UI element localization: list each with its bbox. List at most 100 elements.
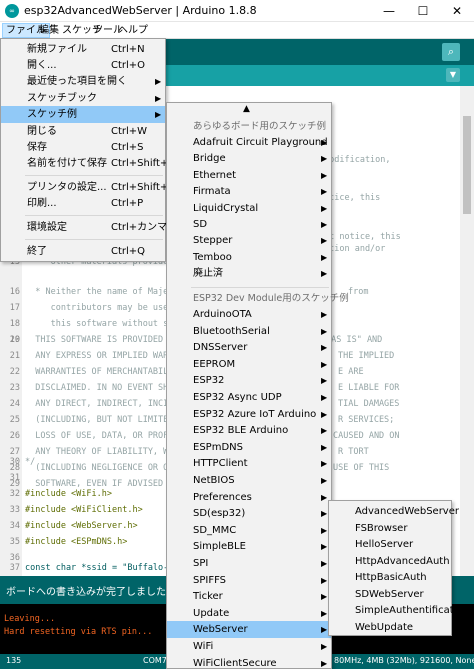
menu-item-label: ArduinoOTA — [193, 309, 252, 320]
menu-item-label: SD(esp32) — [193, 508, 246, 520]
example-item-firmata[interactable]: Firmata ▶ — [167, 183, 331, 200]
example-item-arduinoota[interactable]: ArduinoOTA ▶ — [167, 306, 331, 323]
example-item-ticker[interactable]: Ticker ▶ — [167, 588, 331, 605]
menu-separator — [191, 287, 329, 288]
menu-item-label: HttpAdvancedAuth — [355, 555, 450, 567]
example-item-spiffs[interactable]: SPIFFS ▶ — [167, 572, 331, 589]
example-item-sd-esp32[interactable]: SD(esp32) ▶ — [167, 505, 331, 522]
submenu-arrow-icon: ▶ — [321, 393, 328, 402]
menu-sketchbook[interactable]: スケッチブック ▶ — [1, 90, 165, 107]
window-title: esp32AdvancedWebServer | Arduino 1.8.8 — [24, 4, 257, 17]
menu-examples[interactable]: スケッチ例 ▶ — [1, 106, 165, 123]
menu-item-label: Preferences — [193, 491, 252, 503]
menu-item-label: WebUpdate — [355, 621, 414, 633]
webserver-item-simpleauthentification[interactable]: SimpleAuthentification — [329, 602, 469, 619]
example-item-temboo[interactable]: Temboo ▶ — [167, 249, 331, 266]
submenu-arrow-icon: ▶ — [321, 138, 328, 147]
example-item-preferences[interactable]: Preferences ▶ — [167, 489, 331, 506]
webserver-item-httpbasicauth[interactable]: HttpBasicAuth — [329, 569, 451, 586]
scroll-up-icon[interactable]: ▲ — [243, 104, 250, 114]
submenu-arrow-icon: ▶ — [321, 625, 328, 635]
example-item-sd[interactable]: SD ▶ — [167, 216, 331, 233]
submenu-arrow-icon: ▶ — [321, 559, 328, 568]
example-item-esp32-ble-arduino[interactable]: ESP32 BLE Arduino ▶ — [167, 422, 331, 439]
webserver-item-helloserver[interactable]: HelloServer — [329, 536, 451, 553]
menu-page-setup[interactable]: プリンタの設定... Ctrl+Shift+P — [1, 179, 174, 196]
submenu-arrow-icon: ▶ — [321, 608, 328, 618]
title-bar: ∞ esp32AdvancedWebServer | Arduino 1.8.8… — [0, 0, 474, 22]
menu-item-label: SimpleAuthentification — [355, 605, 469, 616]
webserver-item-fsbrowser[interactable]: FSBrowser — [329, 520, 451, 537]
webserver-item-advancedwebserver[interactable]: AdvancedWebServer — [329, 503, 459, 520]
example-item-esp32-async-udp[interactable]: ESP32 Async UDP ▶ — [167, 389, 331, 406]
menu-item-label: HTTPClient — [193, 458, 248, 470]
serial-monitor-icon[interactable]: ⌕ — [442, 43, 460, 61]
submenu-arrow-icon: ▶ — [321, 154, 328, 164]
submenu-arrow-icon: ▶ — [321, 359, 328, 369]
menu-save-as[interactable]: 名前を付けて保存 Ctrl+Shift+S — [1, 155, 175, 172]
example-item-bluetoothserial[interactable]: BluetoothSerial ▶ — [167, 323, 331, 340]
menu-new[interactable]: 新規ファイル Ctrl+N — [1, 41, 165, 58]
example-item-spi[interactable]: SPI ▶ — [167, 555, 331, 572]
example-item-[interactable]: 廃止済 ▶ — [167, 265, 331, 282]
example-item-eeprom[interactable]: EEPROM ▶ — [167, 356, 331, 373]
example-item-wifi[interactable]: WiFi ▶ — [167, 638, 331, 655]
menu-print[interactable]: 印刷... Ctrl+P — [1, 195, 165, 212]
menu-separator — [25, 215, 163, 216]
example-item-simpleble[interactable]: SimpleBLE ▶ — [167, 538, 331, 555]
example-item-bridge[interactable]: Bridge ▶ — [167, 150, 331, 167]
menu-item-label: Adafruit Circuit Playground — [193, 137, 328, 148]
webserver-item-sdwebserver[interactable]: SDWebServer — [329, 586, 451, 603]
example-item-sd-mmc[interactable]: SD_MMC ▶ — [167, 522, 331, 539]
menu-open[interactable]: 開く... Ctrl+O — [1, 57, 165, 74]
menu-item-label: LiquidCrystal — [193, 202, 259, 214]
menu-item-label: SPI — [193, 558, 209, 569]
example-item-espmdns[interactable]: ESPmDNS ▶ — [167, 439, 331, 456]
submenu-arrow-icon: ▶ — [321, 376, 328, 386]
example-item-httpclient[interactable]: HTTPClient ▶ — [167, 455, 331, 472]
minimize-button[interactable]: — — [372, 0, 406, 22]
submenu-arrow-icon: ▶ — [321, 542, 328, 552]
example-item-update[interactable]: Update ▶ — [167, 605, 331, 622]
menu-quit[interactable]: 終了 Ctrl+Q — [1, 243, 165, 260]
menu-item-label: Temboo — [193, 251, 232, 263]
menu-bar: ファイル 編集 スケッチ ツール ヘルプ — [0, 22, 474, 39]
menu-item-label: WebServer — [193, 624, 248, 636]
example-item-webserver[interactable]: WebServer ▶ — [167, 621, 331, 639]
menu-close[interactable]: 閉じる Ctrl+W — [1, 123, 165, 140]
menu-item-label: SDWebServer — [355, 588, 424, 600]
cursor-line-number: 135 — [6, 656, 22, 665]
example-item-wificlientsecure[interactable]: WiFiClientSecure ▶ — [167, 655, 331, 669]
example-item-esp32-azure-iot-arduino[interactable]: ESP32 Azure IoT Arduino ▶ — [167, 406, 331, 423]
example-item-ethernet[interactable]: Ethernet ▶ — [167, 167, 331, 184]
menu-item-label: HelloServer — [355, 539, 414, 550]
examples-menu: ▲ あらゆるボード用のスケッチ例 Adafruit Circuit Playgr… — [166, 102, 349, 669]
menu-save[interactable]: 保存 Ctrl+S — [1, 139, 165, 156]
menu-item-label: ESP32 Async UDP — [193, 392, 282, 403]
example-item-dnsserver[interactable]: DNSServer ▶ — [167, 339, 331, 356]
editor-scroll-thumb[interactable] — [463, 116, 471, 214]
examples-header-all: あらゆるボード用のスケッチ例 — [193, 121, 327, 132]
file-menu: 新規ファイル Ctrl+N 開く... Ctrl+O 最近使った項目を開く ▶ スケッ… — [0, 38, 175, 262]
maximize-button[interactable]: ☐ — [406, 0, 440, 22]
example-item-liquidcrystal[interactable]: LiquidCrystal ▶ — [167, 200, 331, 217]
webserver-item-webupdate[interactable]: WebUpdate — [329, 619, 451, 636]
status-message: ボードへの書き込みが完了しました。 — [6, 587, 176, 598]
example-item-adafruit-circuit-playground[interactable]: Adafruit Circuit Playground ▶ — [167, 134, 331, 151]
example-item-netbios[interactable]: NetBIOS ▶ — [167, 472, 331, 489]
menu-help[interactable]: ヘルプ — [115, 23, 151, 38]
close-button[interactable]: ✕ — [440, 0, 474, 22]
submenu-arrow-icon: ▶ — [321, 492, 328, 502]
tab-menu-icon[interactable]: ▼ — [446, 68, 460, 82]
menu-item-label: SPIFFS — [193, 574, 227, 586]
menu-preferences[interactable]: 環境設定 Ctrl+カンマ — [1, 219, 167, 236]
menu-recent[interactable]: 最近使った項目を開く ▶ — [1, 73, 165, 90]
menu-item-label: AdvancedWebServer — [355, 506, 459, 517]
webserver-item-httpadvancedauth[interactable]: HttpAdvancedAuth — [329, 553, 451, 570]
example-item-stepper[interactable]: Stepper ▶ — [167, 232, 331, 249]
menu-item-label: Stepper — [193, 235, 233, 247]
arduino-icon: ∞ — [5, 4, 19, 18]
submenu-arrow-icon: ▶ — [321, 236, 328, 246]
example-item-esp32[interactable]: ESP32 ▶ — [167, 372, 331, 389]
submenu-arrow-icon: ▶ — [321, 326, 328, 336]
